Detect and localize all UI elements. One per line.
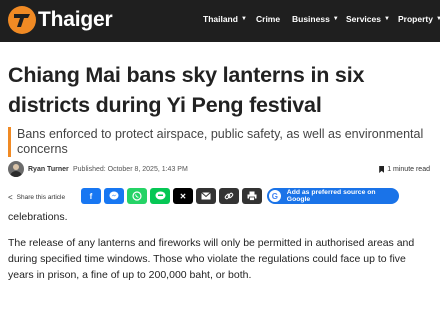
email-icon bbox=[201, 192, 211, 200]
chevron-down-icon: ▼ bbox=[240, 16, 247, 22]
nav-label: Thailand bbox=[203, 14, 238, 24]
add-preferred-source-button[interactable]: G Add as preferred source on Google bbox=[267, 188, 399, 204]
messenger-icon bbox=[109, 191, 119, 200]
share-label: < Share this article bbox=[8, 193, 65, 202]
nav-services[interactable]: Services ▼ bbox=[346, 14, 390, 24]
share-icon: < bbox=[8, 193, 13, 202]
author-name[interactable]: Ryan Turner bbox=[28, 166, 69, 173]
thaiger-logo[interactable]: Thaiger bbox=[8, 6, 113, 34]
nav-crime[interactable]: Crime bbox=[256, 14, 280, 24]
article-subheadline: Bans enforced to protect airspace, publi… bbox=[8, 127, 437, 157]
byline: Ryan Turner Published: October 8, 2025, … bbox=[8, 161, 432, 179]
share-whatsapp-button[interactable] bbox=[127, 188, 147, 204]
preferred-source-label: Add as preferred source on Google bbox=[286, 189, 376, 203]
publish-date: Published: October 8, 2025, 1:43 PM bbox=[73, 166, 188, 173]
read-time-label: 1 minute read bbox=[387, 166, 430, 173]
site-header: Thaiger Thailand ▼ Crime Business ▼ Serv… bbox=[0, 0, 440, 42]
share-print-button[interactable] bbox=[242, 188, 262, 204]
facebook-icon: f bbox=[89, 191, 93, 201]
share-bar: < Share this article f ✕ G Add as prefer… bbox=[8, 188, 434, 206]
read-time: 1 minute read bbox=[379, 166, 430, 173]
thaiger-logo-icon bbox=[8, 6, 36, 34]
chevron-down-icon: ▼ bbox=[383, 16, 390, 22]
whatsapp-icon bbox=[132, 191, 142, 201]
link-icon bbox=[224, 192, 234, 200]
article-paragraph: celebrations. bbox=[8, 211, 68, 223]
nav-label: Crime bbox=[256, 14, 281, 24]
nav-label: Services bbox=[346, 14, 381, 24]
share-line-button[interactable] bbox=[150, 188, 170, 204]
nav-business[interactable]: Business ▼ bbox=[292, 14, 339, 24]
share-label-text: Share this article bbox=[16, 194, 66, 201]
article-headline: Chiang Mai bans sky lanterns in six dist… bbox=[8, 63, 365, 117]
nav-thailand[interactable]: Thailand ▼ bbox=[203, 14, 247, 24]
line-icon bbox=[155, 191, 165, 200]
share-messenger-button[interactable] bbox=[104, 188, 124, 204]
x-icon: ✕ bbox=[179, 191, 187, 201]
nav-label: Property bbox=[398, 14, 433, 24]
share-facebook-button[interactable]: f bbox=[81, 188, 101, 204]
chevron-down-icon: ▼ bbox=[332, 16, 339, 22]
article-paragraph: The release of any lanterns and firework… bbox=[8, 237, 415, 281]
print-icon bbox=[247, 191, 257, 201]
google-icon: G bbox=[269, 190, 281, 202]
share-email-button[interactable] bbox=[196, 188, 216, 204]
author-avatar[interactable] bbox=[8, 161, 24, 177]
brand-name: Thaiger bbox=[38, 8, 113, 31]
nav-label: Business bbox=[292, 14, 330, 24]
share-x-button[interactable]: ✕ bbox=[173, 188, 193, 204]
bookmark-icon bbox=[379, 166, 385, 173]
chevron-down-icon: ▼ bbox=[435, 16, 440, 22]
share-link-button[interactable] bbox=[219, 188, 239, 204]
nav-property[interactable]: Property ▼ bbox=[398, 14, 440, 24]
